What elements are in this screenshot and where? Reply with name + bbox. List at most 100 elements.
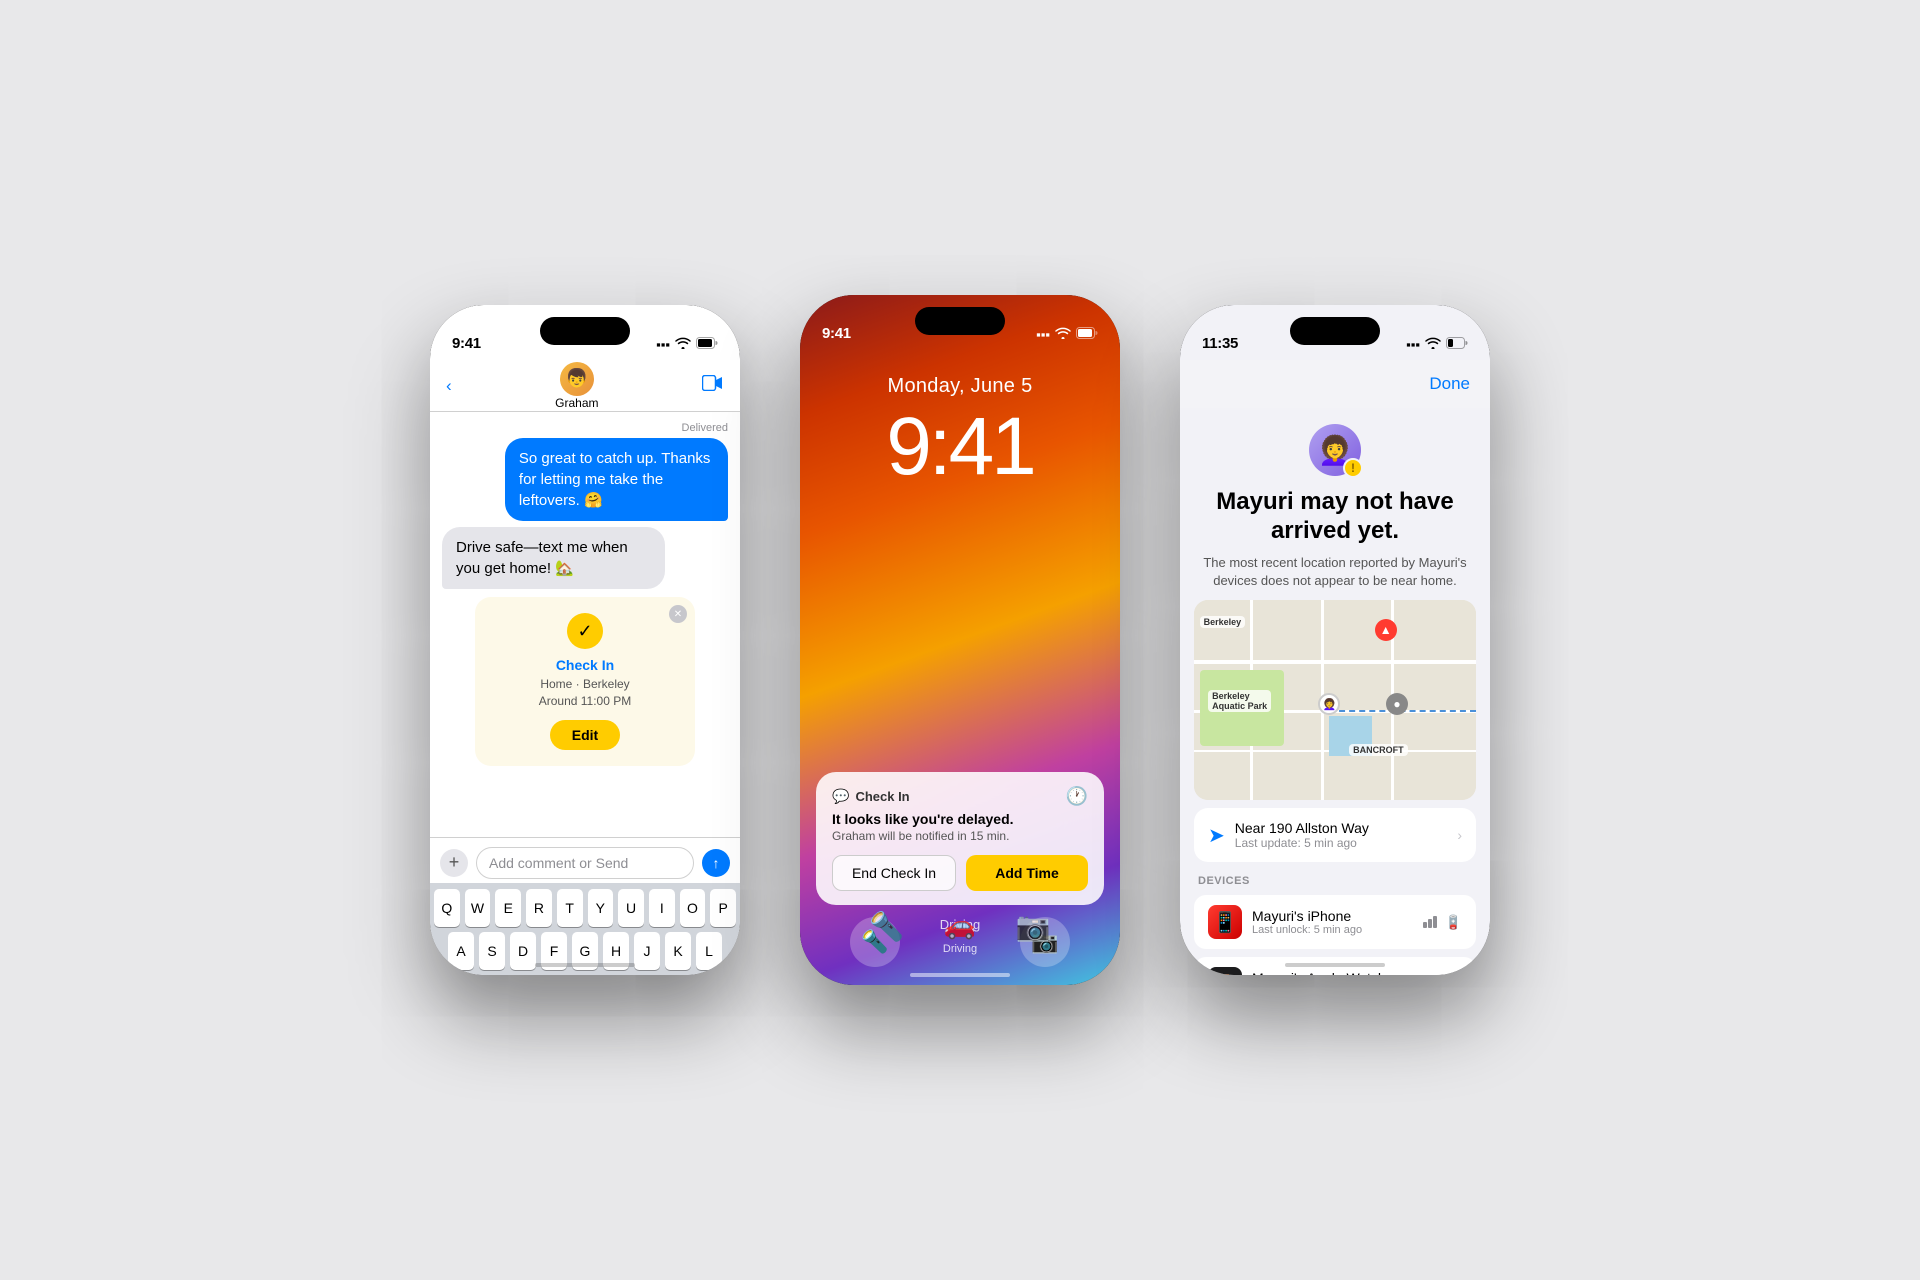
notif-message: It looks like you're delayed. — [832, 811, 1088, 827]
contact-name: Graham — [555, 396, 598, 410]
notif-sub: Graham will be notified in 15 min. — [832, 829, 1088, 843]
key-e[interactable]: E — [495, 889, 521, 927]
phone-findmy: 11:35 ▪▪▪ — [1180, 305, 1490, 975]
lockscreen-screen: 9:41 ▪▪▪ — [800, 295, 1120, 985]
add-attachment-button[interactable]: + — [440, 849, 468, 877]
device-1-info: Mayuri's iPhone Last unlock: 5 min ago — [1252, 908, 1362, 936]
notif-buttons: End Check In Add Time — [832, 855, 1088, 891]
key-a[interactable]: A — [448, 932, 474, 970]
notif-title: Check In — [855, 789, 1059, 804]
alert-avatar: 👩‍🦱 ! — [1309, 424, 1361, 476]
signal-icon-2: ▪▪▪ — [1036, 327, 1050, 342]
alert-section: 👩‍🦱 ! Mayuri may not have arrived yet. T… — [1180, 408, 1490, 602]
home-indicator-2 — [910, 973, 1010, 977]
map-pin-user: 👩‍🦱 — [1318, 693, 1340, 715]
device-1-name: Mayuri's iPhone — [1252, 908, 1362, 924]
chevron-right-icon: › — [1457, 827, 1462, 843]
key-i[interactable]: I — [649, 889, 675, 927]
status-icons: ▪▪▪ — [656, 337, 718, 352]
notif-header: 💬 Check In 🕐 — [832, 786, 1088, 807]
battery-low-icon: 🪫 — [1445, 914, 1462, 931]
dynamic-island-2 — [915, 307, 1005, 335]
home-indicator — [535, 963, 635, 967]
add-time-button[interactable]: Add Time — [966, 855, 1088, 891]
device-1-sub: Last unlock: 5 min ago — [1252, 924, 1362, 936]
watch-device-icon: ⌚ — [1208, 967, 1242, 975]
key-t[interactable]: T — [557, 889, 583, 927]
key-y[interactable]: Y — [588, 889, 614, 927]
device-2-name: Mayuri's Apple Watch — [1252, 970, 1386, 975]
status-time: 9:41 — [452, 335, 481, 352]
dynamic-island-3 — [1290, 317, 1380, 345]
iphone-device-icon: 📱 — [1208, 905, 1242, 939]
map-label-berkeley: Berkeley — [1200, 616, 1246, 628]
devices-label: DEVICES — [1194, 875, 1476, 887]
location-name: Near 190 Allston Way — [1235, 820, 1369, 836]
checkin-title: Check In — [491, 657, 679, 673]
alert-subtitle: The most recent location reported by May… — [1200, 554, 1470, 590]
signal-icon-3: ▪▪▪ — [1406, 337, 1420, 352]
key-o[interactable]: O — [680, 889, 706, 927]
phone-lockscreen: 9:41 ▪▪▪ — [800, 295, 1120, 985]
messages-content: Delivered So great to catch up. Thanks f… — [430, 412, 740, 805]
status-time-2: 9:41 — [822, 325, 851, 342]
messages-nav: ‹ 👦 Graham — [430, 360, 740, 412]
alert-badge: ! — [1343, 458, 1363, 478]
key-q[interactable]: Q — [434, 889, 460, 927]
notification-card: 💬 Check In 🕐 It looks like you're delaye… — [816, 772, 1104, 905]
location-arrow-icon: ➤ — [1208, 823, 1225, 848]
battery-icon-3 — [1446, 337, 1468, 352]
messages-app-icon: 💬 — [832, 788, 849, 805]
send-button[interactable]: ↑ — [702, 849, 730, 877]
device-2-info: Mayuri's Apple Watch Last upd... — [1252, 970, 1386, 975]
map-street-h-1 — [1194, 660, 1476, 664]
key-j[interactable]: J — [634, 932, 660, 970]
map-label-bancroft: BANCROFT — [1349, 744, 1408, 756]
driving-controls: 🔦 🚗 Driving 📷 — [800, 910, 1120, 955]
status-icons-2: ▪▪▪ — [1036, 327, 1098, 342]
map-container[interactable]: Berkeley BerkeleyAquatic Park BANCROFT ▲… — [1194, 600, 1476, 800]
checkin-close-button[interactable]: ✕ — [669, 605, 687, 623]
battery-icon — [696, 337, 718, 352]
battery-icon-2 — [1076, 327, 1098, 342]
wifi-icon — [675, 337, 691, 352]
alert-title: Mayuri may not have arrived yet. — [1200, 488, 1470, 546]
key-w[interactable]: W — [465, 889, 491, 927]
location-details: Near 190 Allston Way Last update: 5 min … — [1235, 820, 1369, 850]
key-d[interactable]: D — [510, 932, 536, 970]
checkin-edit-button[interactable]: Edit — [550, 720, 620, 750]
device-row-iphone[interactable]: 📱 Mayuri's iPhone Last unlock: 5 min ago… — [1194, 895, 1476, 949]
lockscreen-date: Monday, June 5 — [800, 375, 1120, 398]
driving-text: Driving — [943, 943, 977, 955]
camera-icon[interactable]: 📷 — [1016, 910, 1051, 955]
flashlight-icon[interactable]: 🔦 — [869, 910, 904, 955]
status-time-3: 11:35 — [1202, 335, 1238, 352]
message-input[interactable]: Add comment or Send — [476, 847, 694, 879]
wifi-icon-3 — [1425, 337, 1441, 352]
location-info[interactable]: ➤ Near 190 Allston Way Last update: 5 mi… — [1194, 808, 1476, 862]
delivered-label: Delivered — [442, 422, 728, 434]
checkin-checkmark-icon: ✓ — [567, 613, 603, 649]
done-button[interactable]: Done — [1429, 374, 1470, 394]
lockscreen-time: 9:41 — [800, 400, 1120, 494]
back-button[interactable]: ‹ — [446, 376, 452, 396]
key-k[interactable]: K — [665, 932, 691, 970]
clock-icon: 🕐 — [1066, 786, 1088, 807]
key-s[interactable]: S — [479, 932, 505, 970]
key-p[interactable]: P — [710, 889, 736, 927]
status-icons-3: ▪▪▪ — [1406, 337, 1468, 352]
phone-messages: 9:41 ▪▪▪ — [430, 305, 740, 975]
keyboard: Q W E R T Y U I O P A S D F G H J K L — [430, 883, 740, 975]
devices-section: DEVICES 📱 Mayuri's iPhone Last unlock: 5… — [1194, 875, 1476, 975]
map-label-aquatic: BerkeleyAquatic Park — [1208, 690, 1271, 712]
keyboard-row-1: Q W E R T Y U I O P — [434, 889, 736, 927]
end-checkin-button[interactable]: End Check In — [832, 855, 956, 891]
video-call-button[interactable] — [702, 374, 724, 397]
contact-info: 👦 Graham — [555, 362, 598, 410]
key-u[interactable]: U — [618, 889, 644, 927]
message-bubble-2: Drive safe—text me when you get home! 🏡 — [442, 527, 665, 589]
key-r[interactable]: R — [526, 889, 552, 927]
key-l[interactable]: L — [696, 932, 722, 970]
messages-screen: 9:41 ▪▪▪ — [430, 305, 740, 975]
driving-icon: 🚗 Driving — [943, 910, 977, 955]
